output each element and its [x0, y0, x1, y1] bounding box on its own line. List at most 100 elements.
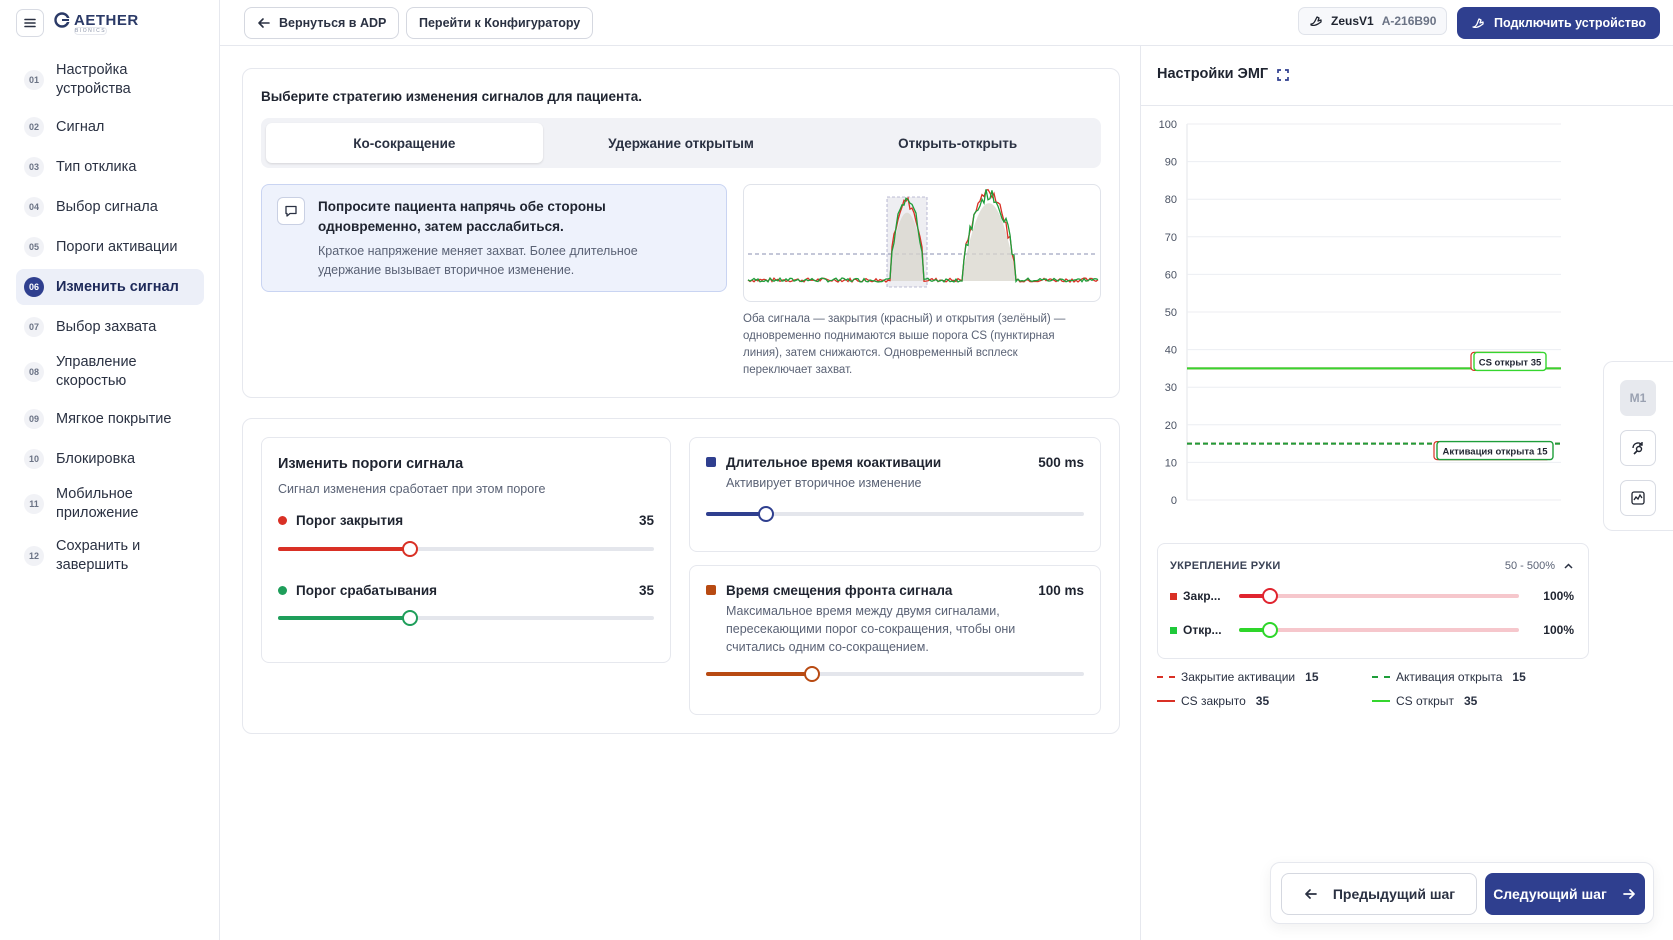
step-number: 11: [24, 494, 44, 514]
legend-close-activation-label: Закрытие активации: [1181, 670, 1296, 684]
arrow-left-icon: [258, 18, 270, 28]
y-tick-label: 90: [1165, 157, 1177, 169]
strategy-title: Выберите стратегию изменения сигналов дл…: [261, 89, 642, 104]
tool-rail: M1: [1603, 361, 1673, 531]
hand-open-square: [1170, 626, 1177, 634]
sidebar-step-12[interactable]: 12 Сохранить и завершить: [16, 533, 204, 579]
hand-open-slider[interactable]: [1239, 622, 1520, 638]
emg-chart: 0 10 20 30 40 50 60 70 80 90 100 CS открыт 35 Актива…: [1159, 119, 1561, 507]
slider-thumb[interactable]: [401, 541, 418, 557]
calibrate-button[interactable]: [1620, 430, 1656, 466]
tab-hold-open[interactable]: Удержание открытым: [543, 123, 820, 163]
device-serial: A-216B90: [1381, 14, 1437, 28]
step-label: Управление скоростью: [56, 354, 137, 389]
step-navigation: Предыдущий шаг Следующий шаг: [1270, 862, 1654, 924]
offset-value: 100 ms: [1038, 582, 1084, 598]
sidebar-step-11[interactable]: 11 Мобильное приложение: [16, 481, 204, 527]
close-threshold-slider[interactable]: [278, 541, 654, 557]
cs-open-tag-label: CS открыт 35: [1479, 357, 1542, 368]
expand-icon[interactable]: [1276, 68, 1290, 82]
sidebar-step-04[interactable]: 04 Выбор сигнала: [16, 189, 204, 225]
threshold-card: Изменить пороги сигнала Сигнал изменения…: [242, 418, 1120, 734]
step-number: 02: [24, 117, 44, 137]
offset-panel: Время смещения фронта сигнала 100 ms Мак…: [689, 565, 1101, 715]
slider-thumb[interactable]: [803, 666, 820, 682]
slider-thumb[interactable]: [1261, 622, 1278, 638]
step-number: 08: [24, 362, 44, 382]
back-to-adp-label: Вернуться в ADP: [279, 16, 387, 30]
coactivation-slider[interactable]: [706, 506, 1084, 522]
previous-step-button[interactable]: Предыдущий шаг: [1281, 873, 1477, 915]
slider-thumb[interactable]: [1261, 588, 1278, 604]
hand-open-label: Откр...: [1183, 623, 1222, 637]
tab-co-contraction[interactable]: Ко-сокращение: [266, 123, 543, 163]
sidebar-step-03[interactable]: 03 Тип отклика: [16, 149, 204, 185]
hand-close-label: Закр...: [1183, 589, 1221, 603]
emg-title: Настройки ЭМГ: [1157, 66, 1269, 82]
sidebar-step-08[interactable]: 08 Управление скоростью: [16, 349, 204, 395]
y-tick-label: 30: [1165, 382, 1177, 394]
sidebar-step-01[interactable]: 01 Настройка устройства: [16, 57, 204, 103]
slider-fill: [278, 616, 410, 620]
sidebar-step-02[interactable]: 02 Сигнал: [16, 109, 204, 145]
step-list: 01 Настройка устройства 02 Сигнал 03 Тип откл…: [16, 57, 204, 585]
hand-close-square: [1170, 592, 1177, 600]
sidebar-step-05[interactable]: 05 Пороги активации: [16, 229, 204, 265]
offset-square: [706, 585, 716, 595]
step-label: Тип отклика: [56, 158, 137, 175]
legend-cs-close-swatch: [1157, 700, 1175, 702]
hand-strength-range-toggle[interactable]: 50 - 500%: [1505, 560, 1574, 572]
open-threshold-value: 35: [638, 582, 654, 598]
y-tick-label: 0: [1171, 495, 1177, 507]
signal-view-button[interactable]: [1620, 480, 1656, 516]
device-badge[interactable]: ZeusV1 A-216B90: [1298, 7, 1448, 35]
topbar: Вернуться в ADP Перейти к Конфигуратору …: [220, 0, 1673, 46]
y-tick-label: 40: [1165, 345, 1177, 357]
device-model: ZeusV1: [1331, 14, 1374, 28]
sidebar-step-10[interactable]: 10 Блокировка: [16, 441, 204, 477]
step-label: Пороги активации: [56, 238, 178, 255]
legend-cs-open-label: CS открыт: [1396, 694, 1454, 708]
signal-thresholds-panel: Изменить пороги сигнала Сигнал изменения…: [261, 437, 671, 663]
legend-cs-close-value: 35: [1255, 694, 1270, 708]
hand-close-slider[interactable]: [1239, 588, 1520, 604]
offset-slider[interactable]: [706, 666, 1084, 682]
close-threshold-row: Порог закрытия 35: [278, 510, 654, 530]
tab-open-open[interactable]: Открыть-открыть: [819, 123, 1096, 163]
legend-close-activation: Закрытие активации 15: [1157, 670, 1319, 684]
m1-button[interactable]: M1: [1620, 380, 1656, 416]
signal-example-svg: [747, 188, 1099, 288]
go-to-configurator-button[interactable]: Перейти к Конфигуратору: [406, 7, 594, 39]
hand-close-percent: 100%: [1543, 589, 1574, 603]
step-number: 10: [24, 449, 44, 469]
next-step-button[interactable]: Следующий шаг: [1485, 873, 1645, 915]
slider-track: [1239, 594, 1520, 598]
sidebar-step-07[interactable]: 07 Выбор захвата: [16, 309, 204, 345]
step-label: Выбор захвата: [56, 318, 157, 335]
logo-icon: [54, 12, 70, 28]
legend-cs-open-value: 35: [1463, 694, 1478, 708]
refresh-magnify-icon: [1632, 442, 1643, 455]
open-dot: [278, 585, 287, 595]
previous-step-label: Предыдущий шаг: [1332, 886, 1456, 902]
step-number: 09: [24, 409, 44, 429]
open-threshold-slider[interactable]: [278, 610, 654, 626]
offset-row: Время смещения фронта сигнала 100 ms: [706, 580, 1084, 600]
signal-example-chart: [743, 184, 1101, 302]
sidebar-step-06[interactable]: 06 Изменить сигнал: [16, 269, 204, 305]
coactivation-row: Длительное время коактивации 500 ms: [706, 452, 1084, 472]
connect-device-button[interactable]: Подключить устройство: [1457, 7, 1661, 39]
menu-button[interactable]: [16, 9, 44, 37]
step-number: 03: [24, 157, 44, 177]
instruction-body: Краткое напряжение меняет захват. Более …: [318, 244, 638, 277]
slider-thumb[interactable]: [758, 506, 775, 522]
y-tick-label: 10: [1165, 457, 1177, 469]
sidebar-step-09[interactable]: 09 Мягкое покрытие: [16, 401, 204, 437]
step-number: 05: [24, 237, 44, 257]
next-step-label: Следующий шаг: [1493, 886, 1607, 902]
legend-open-activation-value: 15: [1512, 670, 1526, 684]
y-tick-label: 60: [1165, 269, 1177, 281]
slider-thumb[interactable]: [401, 610, 418, 626]
back-to-adp-button[interactable]: Вернуться в ADP: [244, 7, 400, 39]
hand-close-row: Закр... 100%: [1170, 587, 1574, 605]
